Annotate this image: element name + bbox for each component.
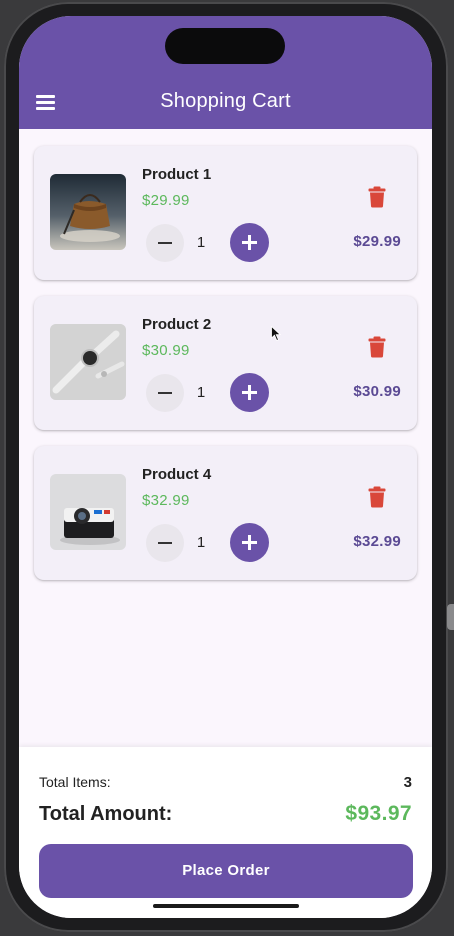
decrease-quantity-button[interactable] bbox=[146, 224, 184, 262]
total-amount-label: Total Amount: bbox=[39, 803, 173, 825]
total-amount-value: $93.97 bbox=[345, 802, 412, 825]
line-total: $30.99 bbox=[353, 383, 401, 400]
decrease-quantity-button[interactable] bbox=[146, 374, 184, 412]
product-unit-price: $29.99 bbox=[142, 192, 190, 209]
delete-icon[interactable] bbox=[368, 486, 386, 508]
product-image bbox=[50, 174, 126, 250]
product-image bbox=[50, 324, 126, 400]
line-total: $29.99 bbox=[353, 233, 401, 250]
product-unit-price: $32.99 bbox=[142, 492, 190, 509]
line-total: $32.99 bbox=[353, 533, 401, 550]
app-screen: Shopping Cart Product 1 $29.99 1 $29.99 … bbox=[19, 16, 432, 918]
quantity-value: 1 bbox=[196, 384, 206, 401]
delete-icon[interactable] bbox=[368, 336, 386, 358]
product-name: Product 4 bbox=[142, 466, 212, 483]
cart-item-card: Product 4 $32.99 1 $32.99 bbox=[34, 446, 417, 580]
mouse-cursor-icon bbox=[271, 325, 282, 347]
app-bar: Shopping Cart bbox=[19, 16, 432, 129]
product-name: Product 2 bbox=[142, 316, 212, 333]
cart-item-card: Product 2 $30.99 1 $30.99 bbox=[34, 296, 417, 430]
product-unit-price: $30.99 bbox=[142, 342, 190, 359]
home-indicator bbox=[153, 904, 299, 908]
quantity-value: 1 bbox=[196, 534, 206, 551]
product-image bbox=[50, 474, 126, 550]
total-items-value: 3 bbox=[403, 774, 412, 791]
cart-summary: Total Items: 3 Total Amount: $93.97 Plac… bbox=[19, 747, 432, 918]
product-name: Product 1 bbox=[142, 166, 212, 183]
dynamic-island bbox=[165, 28, 285, 64]
increase-quantity-button[interactable] bbox=[230, 523, 269, 562]
page-title: Shopping Cart bbox=[160, 90, 291, 112]
decrease-quantity-button[interactable] bbox=[146, 524, 184, 562]
total-items-label: Total Items: bbox=[39, 774, 111, 790]
quantity-value: 1 bbox=[196, 234, 206, 251]
side-handle bbox=[447, 604, 454, 630]
increase-quantity-button[interactable] bbox=[230, 223, 269, 262]
cart-item-card: Product 1 $29.99 1 $29.99 bbox=[34, 146, 417, 280]
delete-icon[interactable] bbox=[368, 186, 386, 208]
place-order-button[interactable]: Place Order bbox=[39, 844, 413, 898]
increase-quantity-button[interactable] bbox=[230, 373, 269, 412]
